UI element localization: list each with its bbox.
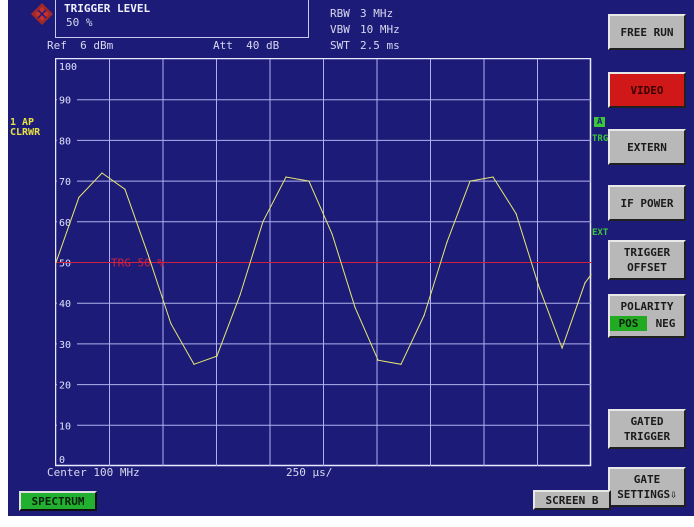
polarity-pos-option[interactable]: POS: [610, 316, 647, 331]
trace-point: [515, 213, 517, 215]
trigger-offset-softkey[interactable]: TRIGGER OFFSET: [608, 240, 686, 280]
y-tick-label: 20: [59, 381, 71, 392]
trace-point: [239, 294, 241, 296]
video-label: VIDEO: [630, 83, 664, 97]
trace-point: [262, 221, 264, 223]
y-tick-label: 10: [59, 421, 71, 432]
trace-point: [285, 176, 287, 178]
trace-point: [469, 180, 471, 182]
if-power-label: IF POWER: [620, 196, 674, 210]
gate-settings-softkey[interactable]: GATE SETTINGS⇩: [608, 467, 686, 507]
y-tick-label: 100: [59, 62, 77, 73]
trace-point: [354, 306, 356, 308]
polarity-softkey[interactable]: POLARITY POS NEG: [608, 294, 686, 338]
screen-b-label: SCREEN B: [545, 493, 599, 507]
polarity-label: POLARITY: [620, 300, 674, 313]
video-softkey[interactable]: VIDEO: [608, 72, 686, 108]
trace-plot: 1009080706050403020100 TRG 50 %: [55, 58, 592, 467]
swt-label: SWT: [330, 39, 350, 52]
trace-point: [308, 180, 310, 182]
rbw-value: 3 MHz: [360, 7, 394, 20]
polarity-neg-option[interactable]: NEG: [647, 316, 684, 331]
trace-point: [170, 322, 172, 325]
free-run-label: FREE RUN: [620, 25, 674, 39]
trace-point: [147, 253, 149, 255]
trace-point: [193, 363, 195, 365]
y-tick-label: 80: [59, 136, 71, 147]
trace-point: [377, 359, 379, 361]
y-tick-label: 40: [59, 299, 71, 310]
ref-level: Ref 6 dBm: [47, 39, 114, 52]
trace-point: [561, 347, 563, 349]
ext-tag: EXT: [592, 228, 609, 238]
trace-point: [55, 261, 57, 264]
trace-point: [584, 282, 586, 284]
center-frequency: Center 100 MHz: [47, 466, 140, 479]
trigger-level-entry-box[interactable]: TRIGGER LEVEL 50 %: [55, 0, 309, 38]
gated-trigger-softkey[interactable]: GATED TRIGGER: [608, 409, 686, 449]
trace-mode: CLRWR: [10, 127, 41, 138]
trace-point: [101, 172, 103, 174]
swt-value: 2.5 ms: [360, 39, 400, 52]
rohde-schwarz-logo-icon: [31, 3, 53, 25]
extern-softkey[interactable]: EXTERN: [608, 129, 686, 165]
y-tick-labels: 1009080706050403020100: [57, 62, 77, 466]
trigger-level-value[interactable]: 50 %: [66, 17, 93, 29]
trace-point: [216, 355, 218, 357]
free-run-softkey[interactable]: FREE RUN: [608, 14, 686, 50]
y-tick-label: 90: [59, 96, 71, 107]
trace-mode-label: 1 AP CLRWR: [10, 118, 40, 138]
vbw-label: VBW: [330, 23, 350, 36]
trigger-level-title: TRIGGER LEVEL: [64, 2, 151, 15]
gate-settings-label-2: SETTINGS⇩: [617, 488, 677, 501]
if-power-softkey[interactable]: IF POWER: [608, 185, 686, 221]
trace-point: [331, 233, 333, 235]
extern-label: EXTERN: [627, 140, 667, 154]
attenuation: Att 40 dB: [213, 39, 280, 52]
trigger-offset-label-2: OFFSET: [627, 261, 667, 274]
screen-b-button[interactable]: SCREEN B: [533, 490, 611, 510]
y-tick-label: 70: [59, 177, 71, 188]
trace-point: [590, 274, 592, 276]
trace-point: [124, 188, 126, 190]
time-per-division: 250 µs/: [286, 466, 333, 479]
y-tick-label: 0: [59, 455, 65, 466]
trigger-level-label: TRG 50 %: [111, 257, 164, 270]
vbw-value: 10 MHz: [360, 23, 400, 36]
trg-tag: TRG: [592, 134, 609, 144]
trace-point: [423, 314, 425, 317]
trace-point: [538, 286, 540, 288]
spectrum-mode-button[interactable]: SPECTRUM: [19, 491, 97, 511]
gated-trigger-label-1: GATED: [630, 415, 664, 428]
trace-point: [492, 176, 494, 178]
analyzer-screen: TRIGGER LEVEL 50 % Ref 6 dBm Att 40 dB R…: [8, 0, 694, 516]
y-tick-label: 50: [59, 259, 71, 270]
trigger-offset-label-1: TRIGGER: [623, 246, 671, 259]
trace-point: [400, 363, 402, 365]
gated-trigger-label-2: TRIGGER: [623, 430, 671, 443]
y-tick-label: 60: [59, 218, 71, 229]
screen-a-tag: A: [594, 117, 606, 127]
trace-point: [78, 196, 80, 198]
trace-point: [446, 241, 448, 243]
gate-settings-label-1: GATE: [633, 473, 661, 486]
spectrum-label: SPECTRUM: [31, 494, 85, 508]
rbw-label: RBW: [330, 7, 350, 20]
y-tick-label: 30: [59, 340, 71, 351]
